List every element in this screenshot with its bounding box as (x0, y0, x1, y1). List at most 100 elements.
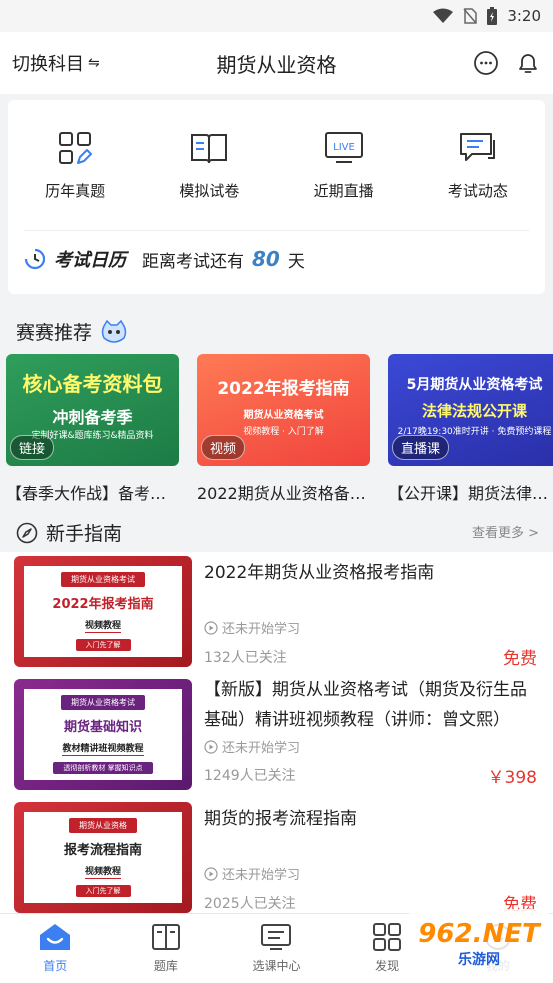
play-circle-icon (204, 620, 218, 635)
banner-card[interactable]: 核心备考资料包 冲刺备考季 定制好课&题库练习&精品资料 链接 【春季大作战】备… (6, 354, 179, 514)
banner-subline: 期货从业资格考试 (243, 410, 324, 421)
watermark-logo: 962.NET 乐游网 (409, 909, 549, 979)
banner-badge: 链接 (10, 435, 55, 460)
tab-label: 题库 (153, 959, 178, 973)
exam-countdown[interactable]: 考试日历 距离考试还有 80 天 (24, 246, 305, 272)
chat-icon[interactable] (473, 50, 499, 76)
see-more-link[interactable]: 查看更多 > (472, 522, 539, 541)
live-text: LIVE (333, 142, 355, 153)
tab-label: 首页 (43, 959, 68, 973)
course-center-icon (261, 924, 292, 950)
thumb-sub: 视频教程 (84, 618, 121, 633)
course-status: 还未开始学习 (204, 864, 300, 883)
banner-headline: 2022年报考指南 (217, 379, 350, 399)
course-list: 期货从业资格考试 2022年报考指南 视频教程 入门先了解 2022年期货从业资… (0, 552, 553, 921)
banner-image: 核心备考资料包 冲刺备考季 定制好课&题库练习&精品资料 链接 (6, 354, 179, 466)
status-bar: 3:20 (0, 0, 553, 32)
tab-course-center[interactable]: 选课中心 (226, 923, 326, 974)
quick-item-label: 历年真题 (45, 182, 106, 200)
course-status-text: 还未开始学习 (222, 622, 301, 637)
thumb-sub: 视频教程 (84, 864, 121, 879)
thumb-button: 入门先了解 (75, 639, 131, 651)
quick-item-exam-news[interactable]: 考试动态 (423, 128, 533, 201)
status-time: 3:20 (507, 7, 541, 25)
live-icon: LIVE (324, 128, 364, 168)
thumb-main: 报考流程指南 (63, 843, 142, 858)
countdown-days: 80 (252, 247, 280, 271)
course-followers: 132人已关注 (204, 650, 287, 666)
top-nav: 切换科目 ⇋ 期货从业资格 (0, 32, 553, 94)
calendar-clock-icon (24, 248, 46, 270)
battery-icon (487, 7, 498, 25)
course-status-text: 还未开始学习 (222, 868, 301, 883)
thumb-tag: 期货从业资格 (69, 818, 137, 833)
course-item[interactable]: 期货从业资格 报考流程指南 视频教程 入门先了解 期货的报考流程指南 还未开始学… (0, 798, 553, 921)
compass-icon (16, 522, 38, 543)
play-circle-icon (204, 739, 218, 754)
countdown-suffix: 天 (287, 251, 305, 272)
thumb-button: 入门先了解 (75, 885, 131, 897)
course-thumbnail: 期货从业资格考试 2022年报考指南 视频教程 入门先了解 (14, 556, 192, 667)
course-item[interactable]: 期货从业资格考试 2022年报考指南 视频教程 入门先了解 2022年期货从业资… (0, 552, 553, 675)
recommend-section-title: 赛赛推荐 (16, 318, 128, 345)
thumb-button: 透彻剖析教材 掌握知识点 (53, 762, 153, 774)
book-icon (189, 128, 229, 168)
course-thumbnail: 期货从业资格考试 期货基础知识 教材精讲班视频教程 透彻剖析教材 掌握知识点 (14, 679, 192, 790)
course-status: 还未开始学习 (204, 737, 300, 756)
tab-label: 选课中心 (252, 959, 301, 973)
tab-label: 发现 (375, 959, 400, 973)
course-followers: 1249人已关注 (204, 768, 296, 784)
tab-question-bank[interactable]: 题库 (116, 923, 216, 974)
quick-item-mock-paper[interactable]: 模拟试卷 (154, 128, 264, 201)
watermark-main: 962.NET (418, 919, 540, 949)
quick-item-label: 近期直播 (313, 182, 374, 200)
swap-icon: ⇋ (88, 55, 100, 71)
course-item[interactable]: 期货从业资格考试 期货基础知识 教材精讲班视频教程 透彻剖析教材 掌握知识点 【… (0, 675, 553, 798)
thumb-main: 期货基础知识 (63, 720, 142, 735)
course-title: 期货的报考流程指南 (204, 809, 357, 829)
quick-item-label: 模拟试卷 (179, 182, 240, 200)
guide-section-title: 新手指南 (16, 519, 122, 546)
banner-badge: 直播课 (392, 435, 450, 460)
banner-card[interactable]: 2022年报考指南 期货从业资格考试 视频教程 · 入门了解 视频 2022期货… (197, 354, 370, 514)
course-thumbnail: 期货从业资格 报考流程指南 视频教程 入门先了解 (14, 802, 192, 913)
wifi-icon (433, 8, 454, 23)
thumb-tag: 期货从业资格考试 (61, 695, 145, 710)
bell-icon[interactable] (515, 50, 541, 76)
thumb-tag: 期货从业资格考试 (61, 572, 145, 587)
thumb-main: 2022年报考指南 (52, 597, 154, 612)
banner-caption: 2022期货从业资格备考指南 (197, 484, 370, 503)
banner-subline: 法律法规公开课 (421, 402, 527, 420)
home-icon (40, 924, 71, 950)
message-icon (458, 128, 498, 168)
watermark-sub: 乐游网 (458, 952, 500, 968)
divider (24, 230, 529, 231)
cat-mascot-icon (101, 319, 127, 343)
course-title: 2022年期货从业资格报考指南 (204, 563, 435, 583)
tab-home[interactable]: 首页 (5, 923, 105, 974)
course-status-text: 还未开始学习 (222, 741, 301, 756)
discover-icon (373, 923, 402, 951)
course-price: 免费 (503, 649, 537, 669)
recommend-title: 赛赛推荐 (16, 322, 93, 344)
quick-item-past-exams[interactable]: 历年真题 (20, 128, 130, 201)
banner-caption: 【公开课】期货法律法规 (388, 484, 553, 503)
course-title: 【新版】期货从业资格考试（期货及衍生品基础）精讲班视频教程（讲师：曾文熙） (204, 680, 527, 730)
quick-item-live[interactable]: LIVE 近期直播 (289, 128, 399, 201)
banner-headline: 5月期货从业资格考试 (406, 377, 543, 393)
banner-card[interactable]: 5月期货从业资格考试 法律法规公开课 2/17晚19:30准时开讲 · 免费预约… (388, 354, 553, 514)
banner-badge: 视频 (201, 435, 246, 460)
question-bank-icon (151, 924, 180, 950)
switch-subject-label: 切换科目 (12, 54, 84, 75)
course-status: 还未开始学习 (204, 618, 300, 637)
recommend-carousel[interactable]: 核心备考资料包 冲刺备考季 定制好课&题库练习&精品资料 链接 【春季大作战】备… (6, 354, 553, 514)
countdown-prefix: 距离考试还有 (142, 251, 244, 272)
switch-subject-button[interactable]: 切换科目 ⇋ (12, 50, 100, 76)
quick-item-label: 考试动态 (447, 182, 508, 200)
quick-access-card: 历年真题 模拟试卷 LIVE 近期直播 考试动态 考试日历 距离考试还有 80 … (8, 100, 545, 294)
banner-subline: 冲刺备考季 (52, 408, 133, 427)
thumb-sub: 教材精讲班视频教程 (62, 741, 144, 756)
exam-calendar-label: 考试日历 (54, 250, 126, 271)
banner-caption: 【春季大作战】备考资料包 (6, 484, 179, 503)
grid-edit-icon (55, 128, 95, 168)
